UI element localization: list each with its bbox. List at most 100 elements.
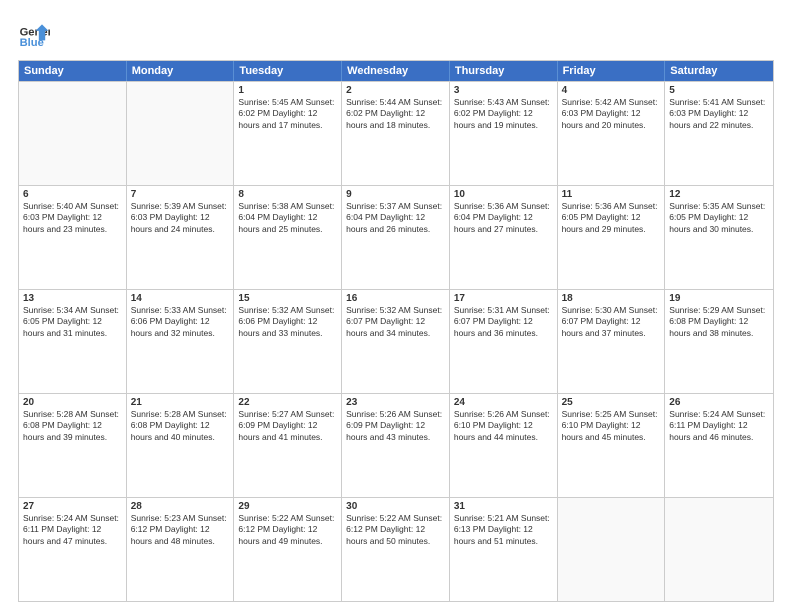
calendar-week-3: 13Sunrise: 5:34 AM Sunset: 6:05 PM Dayli…	[19, 289, 773, 393]
calendar-body: 1Sunrise: 5:45 AM Sunset: 6:02 PM Daylig…	[19, 81, 773, 601]
day-number: 16	[346, 293, 445, 304]
calendar-day-15: 15Sunrise: 5:32 AM Sunset: 6:06 PM Dayli…	[234, 290, 342, 393]
calendar-day-22: 22Sunrise: 5:27 AM Sunset: 6:09 PM Dayli…	[234, 394, 342, 497]
calendar-week-5: 27Sunrise: 5:24 AM Sunset: 6:11 PM Dayli…	[19, 497, 773, 601]
day-number: 26	[669, 397, 769, 408]
calendar-day-23: 23Sunrise: 5:26 AM Sunset: 6:09 PM Dayli…	[342, 394, 450, 497]
calendar-day-8: 8Sunrise: 5:38 AM Sunset: 6:04 PM Daylig…	[234, 186, 342, 289]
calendar-day-18: 18Sunrise: 5:30 AM Sunset: 6:07 PM Dayli…	[558, 290, 666, 393]
calendar-day-6: 6Sunrise: 5:40 AM Sunset: 6:03 PM Daylig…	[19, 186, 127, 289]
day-number: 21	[131, 397, 230, 408]
calendar-day-14: 14Sunrise: 5:33 AM Sunset: 6:06 PM Dayli…	[127, 290, 235, 393]
day-info: Sunrise: 5:40 AM Sunset: 6:03 PM Dayligh…	[23, 201, 122, 235]
calendar-day-4: 4Sunrise: 5:42 AM Sunset: 6:03 PM Daylig…	[558, 82, 666, 185]
calendar-day-16: 16Sunrise: 5:32 AM Sunset: 6:07 PM Dayli…	[342, 290, 450, 393]
day-number: 19	[669, 293, 769, 304]
calendar-week-2: 6Sunrise: 5:40 AM Sunset: 6:03 PM Daylig…	[19, 185, 773, 289]
day-number: 10	[454, 189, 553, 200]
day-number: 1	[238, 85, 337, 96]
day-info: Sunrise: 5:25 AM Sunset: 6:10 PM Dayligh…	[562, 409, 661, 443]
day-number: 2	[346, 85, 445, 96]
page: General Blue SundayMondayTuesdayWednesda…	[0, 0, 792, 612]
day-of-week-tuesday: Tuesday	[234, 61, 342, 81]
calendar-day-26: 26Sunrise: 5:24 AM Sunset: 6:11 PM Dayli…	[665, 394, 773, 497]
day-info: Sunrise: 5:23 AM Sunset: 6:12 PM Dayligh…	[131, 513, 230, 547]
day-number: 14	[131, 293, 230, 304]
day-info: Sunrise: 5:37 AM Sunset: 6:04 PM Dayligh…	[346, 201, 445, 235]
calendar-day-29: 29Sunrise: 5:22 AM Sunset: 6:12 PM Dayli…	[234, 498, 342, 601]
calendar-week-1: 1Sunrise: 5:45 AM Sunset: 6:02 PM Daylig…	[19, 81, 773, 185]
day-number: 20	[23, 397, 122, 408]
day-of-week-sunday: Sunday	[19, 61, 127, 81]
day-info: Sunrise: 5:32 AM Sunset: 6:07 PM Dayligh…	[346, 305, 445, 339]
day-info: Sunrise: 5:31 AM Sunset: 6:07 PM Dayligh…	[454, 305, 553, 339]
day-number: 17	[454, 293, 553, 304]
calendar-header: SundayMondayTuesdayWednesdayThursdayFrid…	[19, 61, 773, 81]
day-of-week-wednesday: Wednesday	[342, 61, 450, 81]
calendar-day-11: 11Sunrise: 5:36 AM Sunset: 6:05 PM Dayli…	[558, 186, 666, 289]
day-of-week-saturday: Saturday	[665, 61, 773, 81]
calendar-day-5: 5Sunrise: 5:41 AM Sunset: 6:03 PM Daylig…	[665, 82, 773, 185]
calendar-day-13: 13Sunrise: 5:34 AM Sunset: 6:05 PM Dayli…	[19, 290, 127, 393]
day-info: Sunrise: 5:24 AM Sunset: 6:11 PM Dayligh…	[669, 409, 769, 443]
day-of-week-friday: Friday	[558, 61, 666, 81]
day-info: Sunrise: 5:44 AM Sunset: 6:02 PM Dayligh…	[346, 97, 445, 131]
day-info: Sunrise: 5:22 AM Sunset: 6:12 PM Dayligh…	[346, 513, 445, 547]
day-info: Sunrise: 5:32 AM Sunset: 6:06 PM Dayligh…	[238, 305, 337, 339]
day-number: 3	[454, 85, 553, 96]
day-info: Sunrise: 5:41 AM Sunset: 6:03 PM Dayligh…	[669, 97, 769, 131]
day-number: 27	[23, 501, 122, 512]
calendar-day-27: 27Sunrise: 5:24 AM Sunset: 6:11 PM Dayli…	[19, 498, 127, 601]
day-info: Sunrise: 5:29 AM Sunset: 6:08 PM Dayligh…	[669, 305, 769, 339]
calendar-day-31: 31Sunrise: 5:21 AM Sunset: 6:13 PM Dayli…	[450, 498, 558, 601]
day-info: Sunrise: 5:21 AM Sunset: 6:13 PM Dayligh…	[454, 513, 553, 547]
day-info: Sunrise: 5:43 AM Sunset: 6:02 PM Dayligh…	[454, 97, 553, 131]
calendar-day-7: 7Sunrise: 5:39 AM Sunset: 6:03 PM Daylig…	[127, 186, 235, 289]
day-number: 23	[346, 397, 445, 408]
calendar-day-20: 20Sunrise: 5:28 AM Sunset: 6:08 PM Dayli…	[19, 394, 127, 497]
day-info: Sunrise: 5:27 AM Sunset: 6:09 PM Dayligh…	[238, 409, 337, 443]
day-number: 18	[562, 293, 661, 304]
calendar-day-30: 30Sunrise: 5:22 AM Sunset: 6:12 PM Dayli…	[342, 498, 450, 601]
day-number: 25	[562, 397, 661, 408]
day-number: 9	[346, 189, 445, 200]
day-info: Sunrise: 5:36 AM Sunset: 6:04 PM Dayligh…	[454, 201, 553, 235]
calendar: SundayMondayTuesdayWednesdayThursdayFrid…	[18, 60, 774, 602]
day-number: 8	[238, 189, 337, 200]
day-number: 28	[131, 501, 230, 512]
day-number: 29	[238, 501, 337, 512]
day-number: 30	[346, 501, 445, 512]
day-info: Sunrise: 5:28 AM Sunset: 6:08 PM Dayligh…	[131, 409, 230, 443]
calendar-day-28: 28Sunrise: 5:23 AM Sunset: 6:12 PM Dayli…	[127, 498, 235, 601]
empty-cell	[127, 82, 235, 185]
day-info: Sunrise: 5:39 AM Sunset: 6:03 PM Dayligh…	[131, 201, 230, 235]
calendar-week-4: 20Sunrise: 5:28 AM Sunset: 6:08 PM Dayli…	[19, 393, 773, 497]
day-info: Sunrise: 5:45 AM Sunset: 6:02 PM Dayligh…	[238, 97, 337, 131]
calendar-day-21: 21Sunrise: 5:28 AM Sunset: 6:08 PM Dayli…	[127, 394, 235, 497]
logo-icon: General Blue	[18, 18, 50, 50]
calendar-day-2: 2Sunrise: 5:44 AM Sunset: 6:02 PM Daylig…	[342, 82, 450, 185]
day-info: Sunrise: 5:42 AM Sunset: 6:03 PM Dayligh…	[562, 97, 661, 131]
day-info: Sunrise: 5:26 AM Sunset: 6:10 PM Dayligh…	[454, 409, 553, 443]
day-number: 13	[23, 293, 122, 304]
day-of-week-monday: Monday	[127, 61, 235, 81]
day-info: Sunrise: 5:28 AM Sunset: 6:08 PM Dayligh…	[23, 409, 122, 443]
day-number: 4	[562, 85, 661, 96]
calendar-day-24: 24Sunrise: 5:26 AM Sunset: 6:10 PM Dayli…	[450, 394, 558, 497]
calendar-day-25: 25Sunrise: 5:25 AM Sunset: 6:10 PM Dayli…	[558, 394, 666, 497]
day-number: 31	[454, 501, 553, 512]
day-info: Sunrise: 5:24 AM Sunset: 6:11 PM Dayligh…	[23, 513, 122, 547]
empty-cell	[665, 498, 773, 601]
calendar-day-1: 1Sunrise: 5:45 AM Sunset: 6:02 PM Daylig…	[234, 82, 342, 185]
day-number: 12	[669, 189, 769, 200]
calendar-day-10: 10Sunrise: 5:36 AM Sunset: 6:04 PM Dayli…	[450, 186, 558, 289]
day-number: 22	[238, 397, 337, 408]
day-info: Sunrise: 5:33 AM Sunset: 6:06 PM Dayligh…	[131, 305, 230, 339]
calendar-day-19: 19Sunrise: 5:29 AM Sunset: 6:08 PM Dayli…	[665, 290, 773, 393]
calendar-day-12: 12Sunrise: 5:35 AM Sunset: 6:05 PM Dayli…	[665, 186, 773, 289]
day-info: Sunrise: 5:38 AM Sunset: 6:04 PM Dayligh…	[238, 201, 337, 235]
day-number: 5	[669, 85, 769, 96]
calendar-day-17: 17Sunrise: 5:31 AM Sunset: 6:07 PM Dayli…	[450, 290, 558, 393]
calendar-day-3: 3Sunrise: 5:43 AM Sunset: 6:02 PM Daylig…	[450, 82, 558, 185]
day-info: Sunrise: 5:26 AM Sunset: 6:09 PM Dayligh…	[346, 409, 445, 443]
